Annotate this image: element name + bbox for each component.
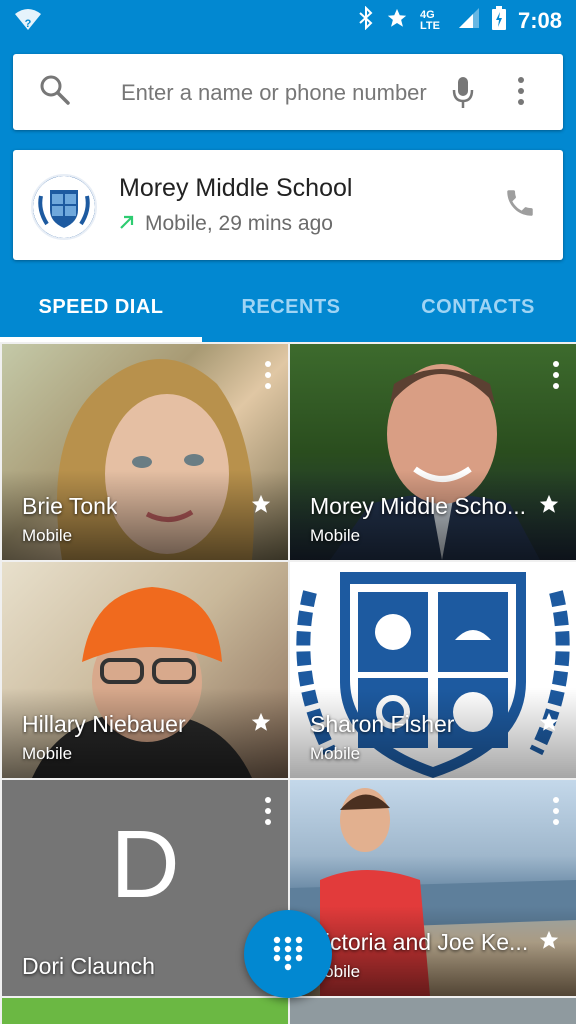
recent-call-card[interactable]: Morey Middle School Mobile, 29 mins ago	[13, 150, 563, 260]
more-options-icon[interactable]	[552, 360, 560, 395]
mic-icon[interactable]	[451, 76, 475, 115]
contact-name: Dori Claunch	[22, 953, 155, 979]
star-status-icon	[386, 7, 408, 34]
contact-name: Morey Middle Scho...	[310, 493, 527, 519]
speed-dial-tile[interactable]: Brie Tonk Mobile	[2, 344, 288, 560]
recent-contact-name: Morey Middle School	[119, 174, 353, 202]
contact-name: Victoria and Joe Ke...	[310, 929, 529, 955]
dialpad-button[interactable]	[244, 910, 332, 998]
contact-initial: D	[110, 811, 180, 918]
speed-dial-tile[interactable]: Hillary Niebauer Mobile	[2, 562, 288, 778]
tab-indicator	[0, 337, 202, 342]
more-options-icon[interactable]	[264, 360, 272, 395]
tab-recents[interactable]: RECENTS	[202, 282, 380, 342]
speed-dial-tile[interactable]: Victoria and Joe Ke... Mobile	[290, 780, 576, 996]
contact-phone-type: Mobile	[22, 744, 73, 763]
clock: 7:08	[517, 7, 562, 33]
network-type-icon: 4G LTE	[419, 8, 440, 32]
search-icon	[39, 74, 71, 111]
phone-icon[interactable]	[503, 186, 537, 225]
svg-text:?: ?	[25, 18, 32, 30]
more-options-icon[interactable]	[264, 796, 272, 831]
speed-dial-tile[interactable]	[290, 998, 576, 1024]
tab-contacts[interactable]: CONTACTS	[380, 282, 576, 342]
recent-call-detail: Mobile, 29 mins ago	[145, 212, 333, 235]
search-bar[interactable]	[13, 54, 563, 130]
header: ? 4G LTE 7:08 Enter a name or phone numb…	[0, 0, 576, 342]
contact-name: Brie Tonk	[22, 493, 118, 519]
tab-bar: SPEED DIAL RECENTS CONTACTS	[0, 282, 576, 342]
wifi-icon: ?	[14, 8, 42, 37]
contact-name: Sharon Fisher	[310, 711, 455, 737]
star-icon	[250, 493, 272, 520]
status-bar: ? 4G LTE 7:08	[0, 0, 576, 40]
speed-dial-tile[interactable]	[2, 998, 288, 1024]
contact-name: Hillary Niebauer	[22, 711, 186, 737]
bluetooth-icon	[358, 5, 374, 35]
dialpad-icon	[273, 936, 303, 971]
star-icon	[538, 493, 560, 520]
more-options-icon[interactable]	[552, 796, 560, 831]
contact-phone-type: Mobile	[310, 526, 361, 545]
contact-avatar	[31, 174, 97, 240]
tab-speed-dial[interactable]: SPEED DIAL	[0, 282, 202, 342]
contact-phone-type: Mobile	[22, 526, 73, 545]
speed-dial-tile[interactable]: Morey Middle Scho... Mobile	[290, 344, 576, 560]
outgoing-call-icon	[119, 212, 135, 236]
battery-icon	[491, 6, 506, 35]
star-icon	[538, 711, 560, 738]
search-input[interactable]	[119, 72, 453, 114]
speed-dial-tile[interactable]: Sharon Fisher Mobile	[290, 562, 576, 778]
star-icon	[538, 929, 560, 956]
contact-phone-type: Mobile	[310, 744, 361, 763]
signal-icon	[458, 7, 480, 34]
more-options-icon[interactable]	[513, 76, 529, 113]
star-icon	[250, 711, 272, 738]
